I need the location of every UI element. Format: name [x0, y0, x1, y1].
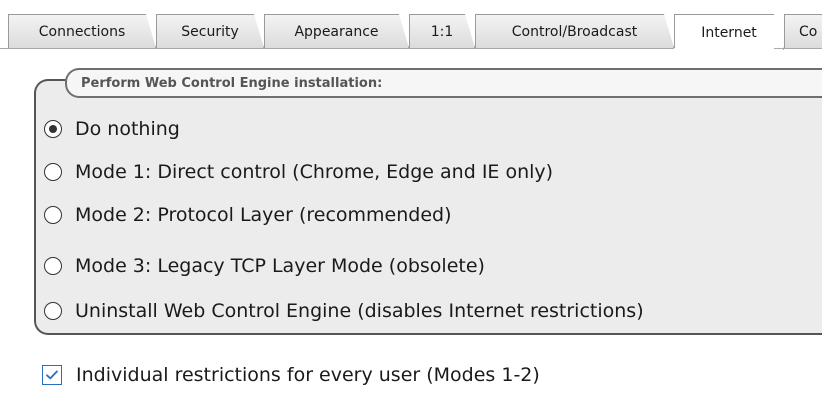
radio-unchecked-icon[interactable] [44, 257, 62, 275]
tab-internet[interactable]: Internet [674, 14, 784, 50]
tab-control-broadcast[interactable]: Control/Broadcast [475, 14, 674, 48]
individual-restrictions-checkbox[interactable]: Individual restrictions for every user (… [42, 360, 540, 390]
radio-label: Mode 2: Protocol Layer (recommended) [75, 204, 452, 226]
radio-mode-1[interactable]: Mode 1: Direct control (Chrome, Edge and… [44, 157, 553, 187]
radio-uninstall[interactable]: Uninstall Web Control Engine (disables I… [44, 296, 644, 326]
radio-label: Mode 3: Legacy TCP Layer Mode (obsolete) [75, 255, 485, 277]
tab-appearance[interactable]: Appearance [264, 14, 409, 48]
radio-do-nothing[interactable]: Do nothing [44, 114, 180, 144]
tab-more[interactable]: Co [784, 14, 822, 48]
radio-label: Do nothing [75, 118, 180, 140]
tab-list: Connections Security Appearance 1:1 Cont… [0, 14, 822, 50]
radio-unchecked-icon[interactable] [44, 163, 62, 181]
group-title: Perform Web Control Engine installation: [65, 68, 822, 98]
radio-mode-2[interactable]: Mode 2: Protocol Layer (recommended) [44, 200, 452, 230]
radio-mode-3[interactable]: Mode 3: Legacy TCP Layer Mode (obsolete) [44, 251, 485, 281]
group-title-text: Perform Web Control Engine installation: [81, 75, 383, 91]
tab-connections[interactable]: Connections [8, 14, 156, 48]
checkbox-checked-icon[interactable] [42, 365, 62, 385]
tab-strip: Connections Security Appearance 1:1 Cont… [0, 0, 822, 56]
radio-checked-icon[interactable] [44, 120, 62, 138]
tab-one-to-one[interactable]: 1:1 [409, 14, 475, 48]
radio-unchecked-icon[interactable] [44, 206, 62, 224]
radio-label: Mode 1: Direct control (Chrome, Edge and… [75, 161, 554, 183]
radio-label: Uninstall Web Control Engine (disables I… [75, 300, 644, 322]
radio-unchecked-icon[interactable] [44, 302, 62, 320]
tab-security[interactable]: Security [156, 14, 264, 48]
active-tab-gap [674, 48, 774, 50]
checkbox-label: Individual restrictions for every user (… [76, 364, 540, 386]
